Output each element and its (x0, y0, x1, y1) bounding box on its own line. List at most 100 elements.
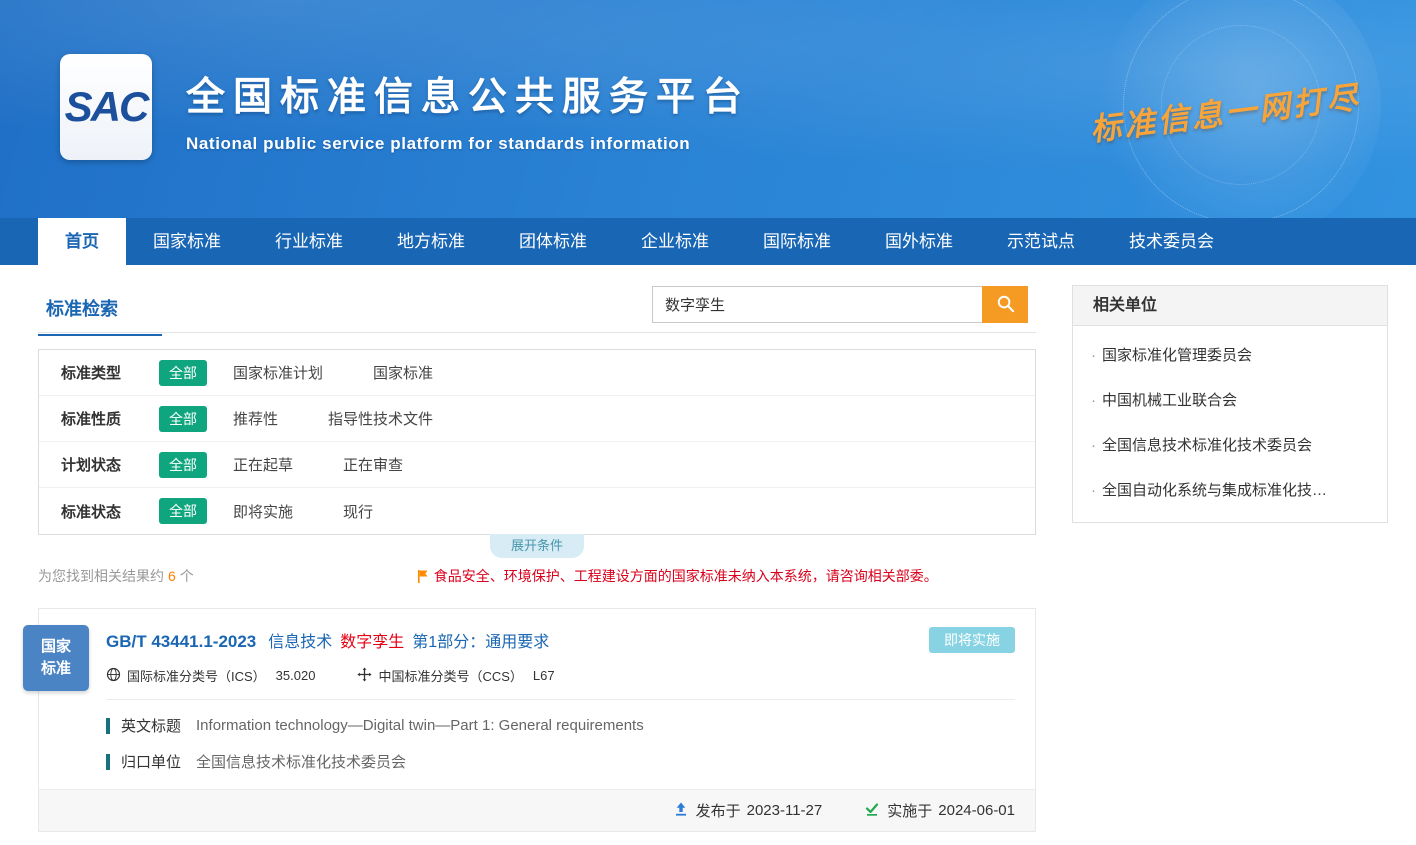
flag-icon (416, 569, 429, 584)
dept-row: 归口单位 全国信息技术标准化技术委员会 (106, 751, 1015, 772)
results-summary: 为您找到相关结果约6个 (38, 566, 194, 586)
standard-title-part1: 信息技术 (268, 628, 332, 652)
results-summary-prefix: 为您找到相关结果约 (38, 568, 164, 584)
site-header: SAC 全国标准信息公共服务平台 National public service… (0, 0, 1416, 218)
nav-tab-local-standards[interactable]: 地方标准 (370, 218, 492, 265)
related-unit-item[interactable]: ·全国信息技术标准化技术委员会 (1091, 422, 1371, 467)
filter-option[interactable]: 推荐性 (233, 408, 278, 429)
english-title-label: 英文标题 (121, 715, 181, 736)
list-dot: · (1091, 392, 1096, 409)
filter-all-button[interactable]: 全部 (159, 360, 207, 386)
sac-logo[interactable]: SAC (60, 54, 152, 160)
related-units-title: 相关单位 (1073, 286, 1387, 326)
status-badge: 即将实施 (929, 627, 1015, 653)
ccs-value: L67 (533, 668, 555, 683)
search-header: 标准检索 (38, 285, 1036, 333)
nav-tab-industry-standards[interactable]: 行业标准 (248, 218, 370, 265)
classification-row: 国际标准分类号（ICS） 35.020 (106, 666, 1015, 685)
filter-label: 标准类型 (61, 362, 159, 383)
results-summary-suffix: 个 (180, 568, 194, 584)
ccs-cross-icon (357, 667, 378, 685)
nav-tab-enterprise-standards[interactable]: 企业标准 (614, 218, 736, 265)
filter-option[interactable]: 国家标准 (373, 362, 433, 383)
list-dot: · (1091, 347, 1096, 364)
filter-row-standard-status: 标准状态 全部 即将实施 现行 (39, 488, 1035, 534)
type-badge-line2: 标准 (41, 658, 71, 681)
filter-option[interactable]: 正在起草 (233, 454, 293, 475)
standard-title-part2: 第1部分：通用要求 (412, 628, 549, 652)
search-button[interactable] (982, 286, 1028, 323)
implement-date: 2024-06-01 (938, 802, 1015, 819)
nav-tab-home[interactable]: 首页 (38, 218, 126, 265)
search-box (652, 286, 1028, 323)
filter-option[interactable]: 现行 (343, 501, 373, 522)
nav-tab-group-standards[interactable]: 团体标准 (492, 218, 614, 265)
standard-title-highlight: 数字孪生 (340, 628, 404, 652)
filter-all-button[interactable]: 全部 (159, 406, 207, 432)
related-units-panel: 相关单位 ·国家标准化管理委员会 ·中国机械工业联合会 ·全国信息技术标准化技术… (1072, 285, 1388, 523)
type-badge-line1: 国家 (41, 636, 71, 659)
filter-option[interactable]: 正在审查 (343, 454, 403, 475)
related-units-list: ·国家标准化管理委员会 ·中国机械工业联合会 ·全国信息技术标准化技术委员会 ·… (1073, 326, 1387, 522)
search-icon (996, 294, 1015, 316)
system-notice: 食品安全、环境保护、工程建设方面的国家标准未纳入本系统，请咨询相关部委。 (416, 566, 938, 586)
english-title-value: Information technology—Digital twin—Part… (196, 717, 644, 734)
filter-all-button[interactable]: 全部 (159, 498, 207, 524)
standard-code: GB/T 43441.1-2023 (106, 632, 256, 652)
standard-title-link[interactable]: GB/T 43441.1-2023 信息技术 数字孪生 第1部分：通用要求 (106, 628, 549, 652)
filter-row-plan-status: 计划状态 全部 正在起草 正在审查 (39, 442, 1035, 488)
list-dot: · (1091, 482, 1096, 499)
result-card-body: GB/T 43441.1-2023 信息技术 数字孪生 第1部分：通用要求 即将… (39, 609, 1035, 772)
related-unit-item[interactable]: ·国家标准化管理委员会 (1091, 332, 1371, 377)
accent-bar (106, 718, 110, 734)
filter-label: 计划状态 (61, 454, 159, 475)
nav-tab-technical-committee[interactable]: 技术委员会 (1102, 218, 1241, 265)
related-unit-item[interactable]: ·中国机械工业联合会 (1091, 377, 1371, 422)
ccs-group: 中国标准分类号（CCS） L67 (357, 666, 554, 685)
filter-label: 标准性质 (61, 408, 159, 429)
site-subtitle: National public service platform for sta… (186, 134, 750, 154)
nav-tab-national-standards[interactable]: 国家标准 (126, 218, 248, 265)
nav-tab-pilot[interactable]: 示范试点 (980, 218, 1102, 265)
filter-option[interactable]: 国家标准计划 (233, 362, 323, 383)
main-content: 标准检索 标准类型 全部 国家标准计划 国家标准 (0, 265, 1416, 832)
card-divider (106, 699, 1015, 700)
implement-icon (864, 801, 887, 821)
filter-all-button[interactable]: 全部 (159, 452, 207, 478)
ics-value: 35.020 (276, 668, 316, 683)
filter-option[interactable]: 指导性技术文件 (328, 408, 433, 429)
publish-date: 2023-11-27 (747, 802, 823, 819)
accent-bar (106, 754, 110, 770)
ics-label: 国际标准分类号（ICS） (127, 666, 266, 685)
implement-date-group: 实施于 2024-06-01 (864, 800, 1015, 821)
result-card: 国家 标准 GB/T 43441.1-2023 信息技术 数字孪生 第1部分：通… (38, 608, 1036, 832)
site-title: 全国标准信息公共服务平台 (186, 66, 750, 122)
main-nav: 首页 国家标准 行业标准 地方标准 团体标准 企业标准 国际标准 国外标准 示范… (0, 218, 1416, 265)
site-title-block: 全国标准信息公共服务平台 National public service pla… (186, 66, 750, 154)
filter-label: 标准状态 (61, 501, 159, 522)
result-title-row: GB/T 43441.1-2023 信息技术 数字孪生 第1部分：通用要求 即将… (106, 627, 1015, 653)
publish-icon (673, 801, 696, 821)
results-row: 为您找到相关结果约6个 食品安全、环境保护、工程建设方面的国家标准未纳入本系统，… (38, 566, 1036, 586)
expand-conditions-button[interactable]: 展开条件 (490, 534, 584, 558)
header-slogan: 标准信息一网打尽 (1087, 72, 1362, 150)
list-dot: · (1091, 437, 1096, 454)
search-input[interactable] (652, 286, 982, 323)
implement-label: 实施于 (887, 800, 932, 821)
sac-logo-text: SAC (65, 83, 148, 131)
nav-tab-international-standards[interactable]: 国际标准 (736, 218, 858, 265)
filter-panel: 标准类型 全部 国家标准计划 国家标准 标准性质 全部 推荐性 指导性技术文件 … (38, 349, 1036, 535)
filter-option[interactable]: 即将实施 (233, 501, 293, 522)
dept-value: 全国信息技术标准化技术委员会 (196, 751, 406, 772)
standard-type-badge: 国家 标准 (23, 625, 89, 691)
filter-row-standard-nature: 标准性质 全部 推荐性 指导性技术文件 (39, 396, 1035, 442)
publish-label: 发布于 (696, 800, 741, 821)
ics-group: 国际标准分类号（ICS） 35.020 (106, 666, 315, 685)
result-card-footer: 发布于 2023-11-27 实施于 2024-06-01 (39, 789, 1035, 831)
nav-tab-foreign-standards[interactable]: 国外标准 (858, 218, 980, 265)
results-count: 6 (168, 568, 176, 584)
related-unit-item[interactable]: ·全国自动化系统与集成标准化技… (1091, 467, 1371, 512)
tab-standard-search[interactable]: 标准检索 (38, 285, 162, 336)
filter-row-standard-type: 标准类型 全部 国家标准计划 国家标准 (39, 350, 1035, 396)
english-title-row: 英文标题 Information technology—Digital twin… (106, 715, 1015, 736)
